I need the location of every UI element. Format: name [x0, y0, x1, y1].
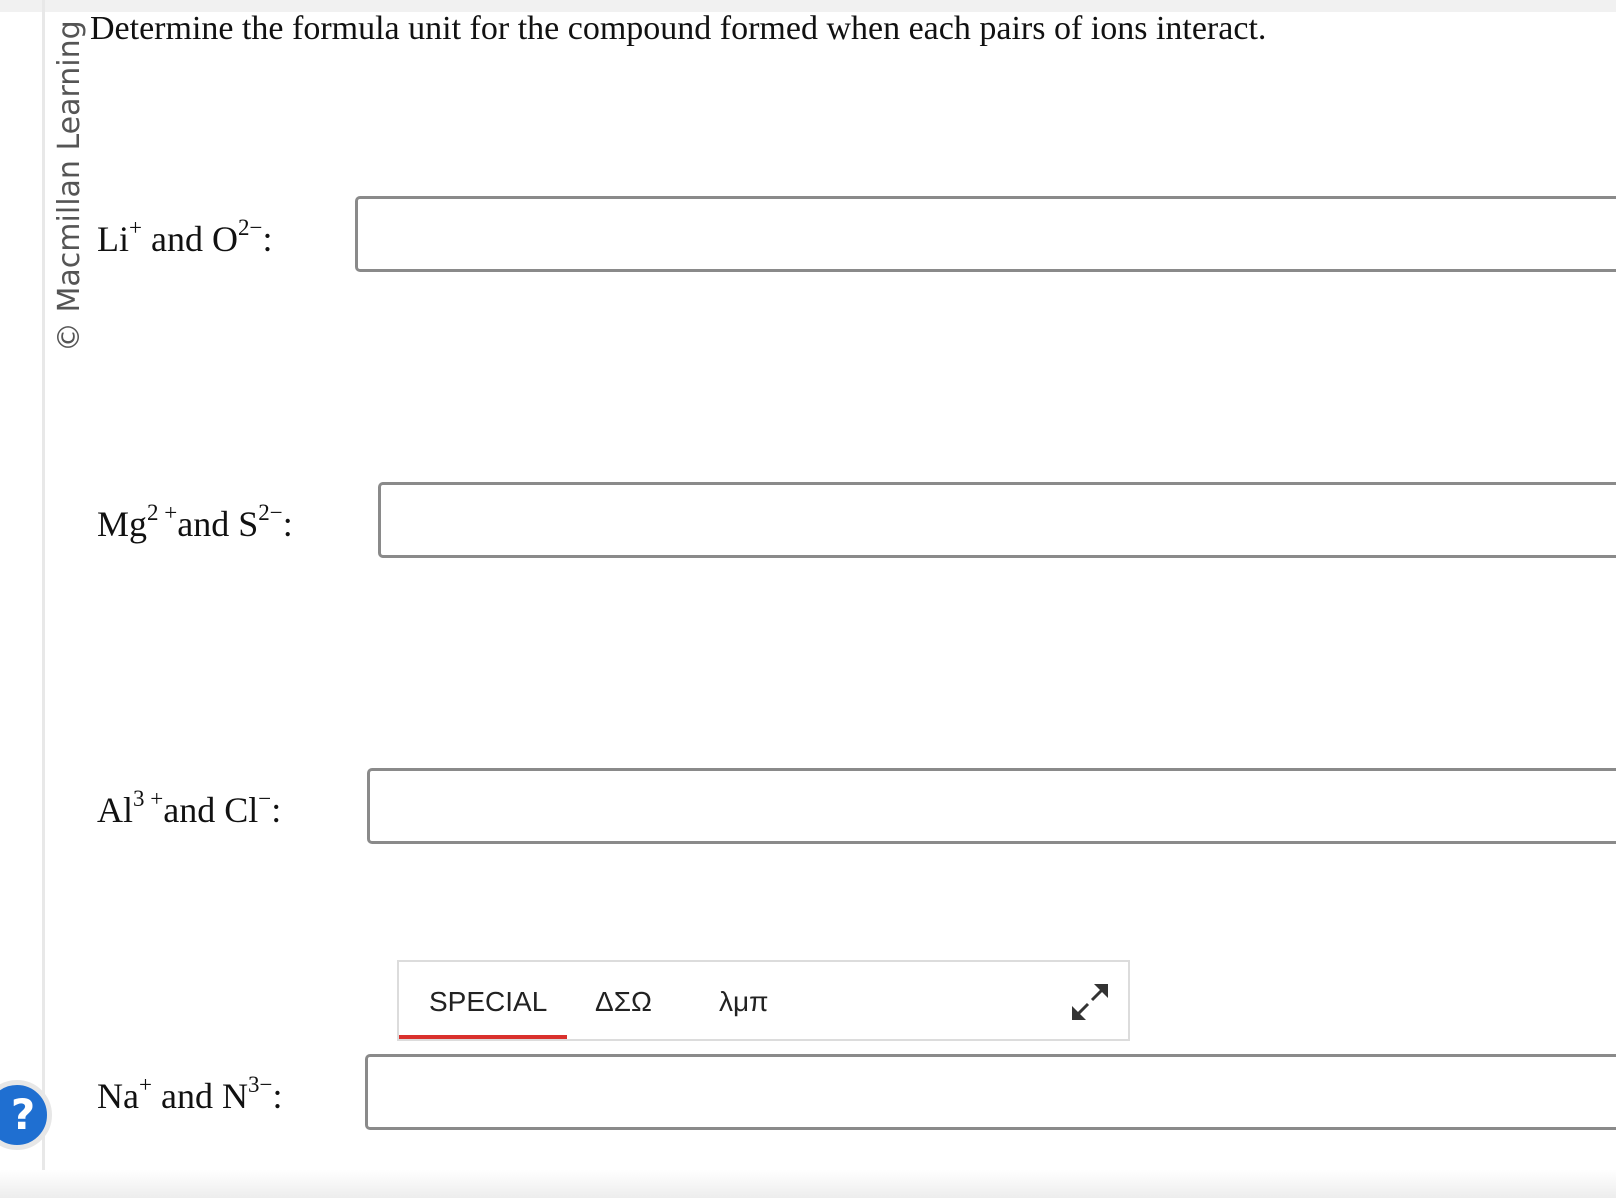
help-icon: ? [10, 1090, 36, 1139]
answer-input-4[interactable] [365, 1054, 1616, 1130]
cation-symbol: Mg [97, 504, 148, 544]
cation-charge: + [129, 215, 142, 240]
anion-charge: 3− [247, 1072, 273, 1097]
tab-greek-uppercase[interactable]: ΔΣΩ [595, 962, 652, 1039]
anion-charge: 2− [237, 215, 263, 240]
anion-symbol: O [211, 219, 238, 259]
cation-symbol: Al [97, 790, 133, 830]
ion-pair-label-4: Na+ and N3−: [97, 1072, 283, 1117]
ion-pair-label-1: Li+ and O2−: [97, 215, 273, 260]
joiner-text: and [160, 1076, 213, 1116]
question-instructions: Determine the formula unit for the compo… [90, 10, 1267, 47]
anion-symbol: Cl [224, 790, 259, 830]
anion-charge: 2− [258, 500, 283, 525]
answer-input-3[interactable] [367, 768, 1616, 844]
anion-symbol: S [238, 504, 259, 544]
joiner-text: and [177, 504, 230, 544]
expand-arrows-icon[interactable] [1068, 980, 1112, 1024]
answer-input-1[interactable] [355, 196, 1616, 272]
colon-text: : [272, 1076, 283, 1116]
symbol-toolbar: SPECIAL ΔΣΩ λμπ [397, 960, 1130, 1041]
tab-greek-lowercase[interactable]: λμπ [719, 962, 768, 1039]
tab-special[interactable]: SPECIAL [429, 962, 547, 1039]
cation-charge: 3 + [133, 786, 164, 811]
colon-text: : [271, 790, 282, 830]
colon-text: : [262, 219, 273, 259]
copyright-credit: © Macmillan Learning [52, 20, 87, 352]
answer-input-2[interactable] [378, 482, 1616, 558]
bottom-bar [0, 1170, 1616, 1198]
ion-pair-label-2: Mg2 +and S2−: [97, 500, 293, 545]
anion-charge: − [258, 786, 272, 811]
anion-symbol: N [221, 1076, 248, 1116]
joiner-text: and [150, 219, 203, 259]
colon-text: : [282, 504, 293, 544]
ion-pair-label-3: Al3 +and Cl−: [97, 786, 282, 831]
cation-symbol: Na [97, 1076, 139, 1116]
cation-symbol: Li [97, 219, 129, 259]
active-tab-indicator [399, 1035, 567, 1039]
cation-charge: + [138, 1072, 152, 1097]
cation-charge: 2 + [147, 500, 178, 525]
joiner-text: and [163, 790, 216, 830]
